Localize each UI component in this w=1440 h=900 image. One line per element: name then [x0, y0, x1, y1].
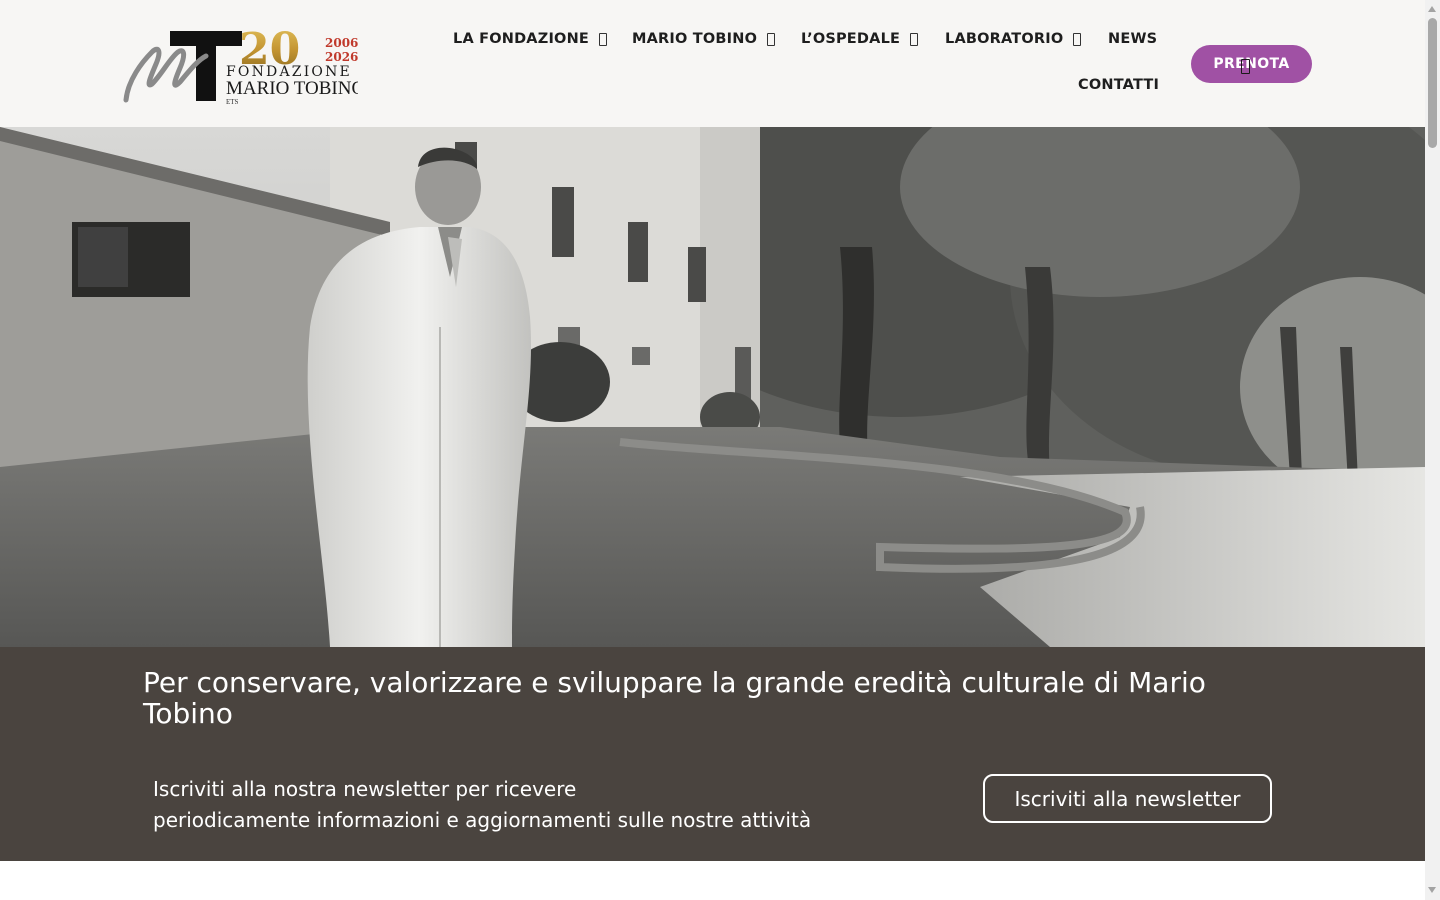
logo-year-end: 2026 [325, 50, 358, 64]
newsletter-line1: Iscriviti alla nostra newsletter per ric… [153, 777, 577, 801]
newsletter-line2: periodicamente informazioni e aggiorname… [153, 808, 812, 832]
missing-glyph-icon [1241, 59, 1250, 74]
logo-year-start: 2006 [325, 36, 358, 50]
site-header: 20 2006 2026 FONDAZIONE MARIO TOBINO ETS… [0, 0, 1425, 127]
scroll-thumb[interactable] [1428, 18, 1437, 148]
logo-suffix: ETS [226, 98, 239, 106]
prenota-button[interactable]: PRENOTA [1191, 45, 1312, 83]
nav-item-label: LA FONDAZIONE [453, 31, 590, 47]
scroll-up-arrow-icon[interactable] [1428, 6, 1436, 12]
nav-item-label: LABORATORIO [945, 31, 1064, 47]
nav-item-label: MARIO TOBINO [632, 31, 758, 47]
chevron-down-icon [910, 32, 919, 46]
nav-item-contatti[interactable]: CONTATTI [1078, 77, 1159, 93]
nav-item-label: NEWS [1108, 31, 1158, 47]
page-scrollbar[interactable] [1425, 0, 1440, 900]
chevron-down-icon [1073, 32, 1082, 46]
scroll-down-arrow-icon[interactable] [1428, 887, 1436, 893]
nav-item-label: L’OSPEDALE [801, 31, 901, 47]
chevron-down-icon [599, 32, 608, 46]
nav-item-l-ospedale[interactable]: L’OSPEDALE [801, 31, 919, 47]
logo-graphic: 20 2006 2026 FONDAZIONE MARIO TOBINO ETS [123, 24, 358, 106]
nav-item-label: CONTATTI [1078, 77, 1160, 93]
newsletter-description: Iscriviti alla nostra newsletter per ric… [153, 774, 913, 836]
banner-title: Per conservare, valorizzare e sviluppare… [143, 666, 1206, 730]
nav-item-mario-tobino[interactable]: MARIO TOBINO [632, 31, 776, 47]
hero-image [0, 127, 1425, 647]
logo-line2: MARIO TOBINO [226, 78, 358, 99]
nav-item-news[interactable]: NEWS [1108, 31, 1157, 47]
tagline-banner: Per conservare, valorizzare e sviluppare… [0, 647, 1425, 861]
newsletter-subscribe-button[interactable]: Iscriviti alla newsletter [983, 774, 1272, 823]
hero-photo [0, 127, 1425, 647]
nav-item-laboratorio[interactable]: LABORATORIO [945, 31, 1082, 47]
site-logo[interactable]: 20 2006 2026 FONDAZIONE MARIO TOBINO ETS [122, 22, 358, 106]
chevron-down-icon [767, 32, 776, 46]
prenota-label: PRENOTA [1213, 56, 1290, 72]
nav-item-la-fondazione[interactable]: LA FONDAZIONE [453, 31, 608, 47]
